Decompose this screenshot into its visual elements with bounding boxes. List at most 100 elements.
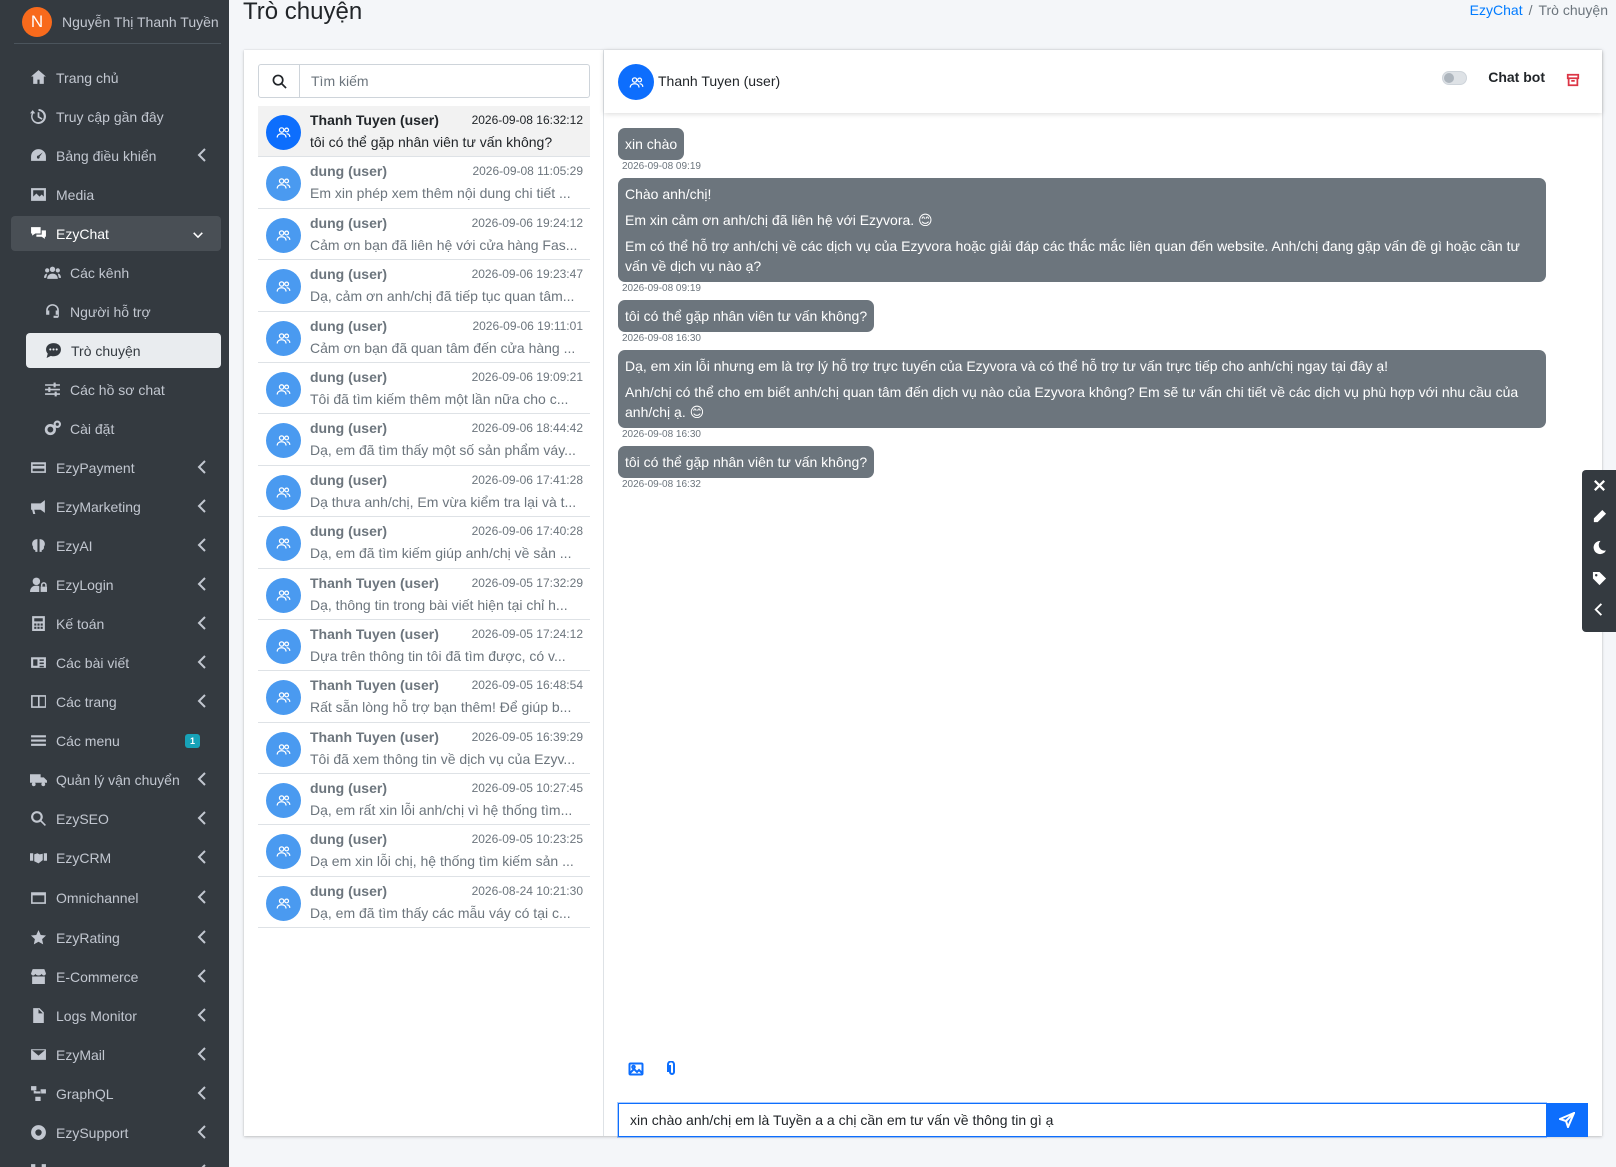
sidebar-item-graphql[interactable]: GraphQL: [11, 1076, 221, 1111]
users-icon: [266, 423, 301, 459]
sidebar-item-trang-chu[interactable]: Trang chủ: [11, 60, 221, 95]
star-icon: [28, 928, 48, 948]
sidebar-item-ezyseo[interactable]: EzySEO: [11, 801, 221, 836]
sidebar-item-ezyai[interactable]: EzyAI: [11, 528, 221, 563]
message-text: tôi có thể gặp nhân viên tư vấn không?: [625, 308, 868, 324]
message: xin chào 2026-09-08 09:19: [618, 128, 1546, 172]
sidebar-item-label: EzyChat: [56, 225, 109, 242]
sidebar-item-ezyvector[interactable]: EzyVector: [11, 1154, 221, 1167]
conversation-time: 2026-09-08 11:05:29: [472, 164, 583, 179]
paperclip-icon[interactable]: [664, 1060, 680, 1080]
sidebar-item-logs-monitor[interactable]: Logs Monitor: [11, 998, 221, 1033]
sidebar-item-ezychat[interactable]: EzyChat: [11, 216, 221, 251]
sidebar-item-media[interactable]: Media: [11, 177, 221, 212]
avatar[interactable]: N: [22, 6, 52, 37]
moon-icon[interactable]: [1590, 539, 1608, 556]
users-icon: [266, 577, 301, 613]
sidebar-item-label: Bảng điều khiển: [56, 147, 157, 164]
conversation-item[interactable]: Thanh Tuyen (user) 2026-09-08 16:32:12 tôi…: [258, 106, 590, 158]
sidebar-item-nguoi-ho-tro[interactable]: Người hỗ trợ: [11, 294, 221, 329]
conversation-item[interactable]: dung (user) 2026-09-05 10:23:25 Dạ em xin …: [258, 825, 590, 877]
close-icon[interactable]: [1590, 477, 1608, 494]
sidebar-item-ezymail[interactable]: EzyMail: [11, 1037, 221, 1072]
message-composer: [618, 1103, 1588, 1137]
image-icon[interactable]: [628, 1061, 644, 1080]
sidebar-item-cac-menu[interactable]: Các menu 1: [11, 723, 221, 758]
message-bubble: tôi có thể gặp nhân viên tư vấn không?: [618, 446, 875, 478]
sidebar-item-cac-trang[interactable]: Các trang: [11, 684, 221, 719]
chevron-left-icon: [197, 577, 207, 591]
message-bubble: Chào anh/chị! Em xin cảm ơn anh/chị đã li…: [618, 178, 1546, 282]
sidebar-item-cai-dat[interactable]: Cài đặt: [11, 411, 221, 446]
message: tôi có thể gặp nhân viên tư vấn không? 20…: [618, 446, 1546, 490]
sidebar-item-tro-chuyen[interactable]: Trò chuyện: [26, 333, 221, 368]
conversation-item[interactable]: Thanh Tuyen (user) 2026-09-05 16:48:54 Rất…: [258, 671, 590, 723]
bullhorn-icon: [28, 497, 48, 517]
pencil-icon[interactable]: [1590, 508, 1608, 525]
conversation-item[interactable]: Thanh Tuyen (user) 2026-09-05 16:39:29 Tôi…: [258, 723, 590, 775]
sidebar-item-label: Kế toán: [56, 615, 105, 632]
search-input[interactable]: [300, 65, 589, 97]
conversation-item[interactable]: dung (user) 2026-09-06 19:11:01 Cảm ơn bạn…: [258, 312, 590, 363]
sidebar-item-ezycrm[interactable]: EzyCRM: [11, 840, 221, 875]
send-button[interactable]: [1546, 1103, 1588, 1137]
users-icon: [266, 166, 301, 202]
sidebar-item-quan-ly-van-chuyen[interactable]: Quản lý vận chuyển: [11, 762, 221, 797]
sidebar-item-ke-toan[interactable]: Kế toán: [11, 606, 221, 641]
conversation-preview: Tôi đã xem thông tin về dịch vụ của Ezyv…: [310, 750, 576, 767]
sidebar-item-omnichannel[interactable]: Omnichannel: [11, 880, 221, 915]
conversation-item[interactable]: dung (user) 2026-09-06 18:44:42 Dạ, em đã …: [258, 414, 590, 466]
sidebar-item-ezylogin[interactable]: EzyLogin: [11, 567, 221, 602]
user-name[interactable]: Nguyễn Thị Thanh Tuyền: [62, 14, 219, 30]
sidebar-item-label: E-Commerce: [56, 968, 139, 985]
conversation-item[interactable]: dung (user) 2026-09-08 11:05:29 Em xin phé…: [258, 157, 590, 209]
conversation-item[interactable]: dung (user) 2026-09-05 10:27:45 Dạ, em rất…: [258, 774, 590, 826]
sidebar-item-e-commerce[interactable]: E-Commerce: [11, 959, 221, 994]
tag-icon[interactable]: [1590, 570, 1608, 587]
users-icon: [266, 269, 301, 305]
chevron-left-icon: [197, 694, 207, 708]
sidebar-item-cac-kenh[interactable]: Các kênh: [11, 255, 221, 290]
conversation-name: dung (user): [310, 780, 387, 797]
chevron-left-icon: [197, 1086, 207, 1100]
sidebar-item-bang-dieu-khien[interactable]: Bảng điều khiển: [11, 138, 221, 173]
breadcrumb-current: Trò chuyện: [1538, 2, 1608, 18]
sidebar-item-cac-ho-so-chat[interactable]: Các hồ sơ chat: [11, 372, 221, 407]
sidebar-item-cac-bai-viet[interactable]: Các bài viết: [11, 645, 221, 680]
chevron-left-icon: [197, 811, 207, 825]
contact-avatar: [618, 64, 654, 100]
chevron-left-icon[interactable]: [1590, 601, 1608, 618]
chevron-left-icon: [197, 460, 207, 474]
conversation-item[interactable]: dung (user) 2026-09-06 19:23:47 Dạ, cảm ơn…: [258, 260, 590, 312]
conversation-item[interactable]: dung (user) 2026-09-06 17:41:28 Dạ thưa an…: [258, 466, 590, 518]
conversation-item[interactable]: dung (user) 2026-08-24 10:21:30 Dạ, em đã …: [258, 877, 590, 929]
chatbot-toggle[interactable]: [1442, 71, 1467, 85]
conversation-name: Thanh Tuyen (user): [310, 677, 439, 694]
sidebar-item-ezysupport[interactable]: EzySupport: [11, 1115, 221, 1150]
conversation-item[interactable]: Thanh Tuyen (user) 2026-09-05 17:24:12 Dựa…: [258, 620, 590, 672]
search-icon[interactable]: [259, 65, 300, 97]
users-icon: [266, 731, 301, 767]
sidebar-item-ezypayment[interactable]: EzyPayment: [11, 450, 221, 485]
users-icon: [266, 526, 301, 562]
conversation-name: dung (user): [310, 471, 387, 488]
newspaper-icon: [28, 653, 48, 673]
conversation-item[interactable]: dung (user) 2026-09-06 19:09:21 Tôi đã tìm…: [258, 363, 590, 415]
sidebar-user-panel[interactable]: N Nguyễn Thị Thanh Tuyền: [14, 0, 221, 44]
conversation-item[interactable]: dung (user) 2026-09-06 19:24:12 Cảm ơn bạn…: [258, 209, 590, 261]
sidebar-item-truy-cap-gan-day[interactable]: Truy cập gần đây: [11, 99, 221, 134]
message-input[interactable]: [618, 1103, 1546, 1137]
conversation-item[interactable]: dung (user) 2026-09-06 17:40:28 Dạ, em đã …: [258, 517, 590, 569]
breadcrumb-link-ezychat[interactable]: EzyChat: [1470, 2, 1523, 18]
archive-icon[interactable]: [1566, 72, 1580, 88]
conversation-item[interactable]: Thanh Tuyen (user) 2026-09-05 17:32:29 Dạ,…: [258, 569, 590, 620]
sidebar-item-ezymarketing[interactable]: EzyMarketing: [11, 489, 221, 524]
sidebar-item-ezyrating[interactable]: EzyRating: [11, 920, 221, 955]
sidebar-item-label: EzyRating: [56, 929, 120, 946]
floating-toolbar: [1582, 470, 1616, 632]
columns-icon: [28, 692, 48, 712]
users-icon: [266, 783, 301, 819]
message-text: Anh/chị có thể cho em biết anh/chị quan …: [625, 384, 1519, 420]
conversation-time: 2026-09-06 19:24:12: [471, 215, 583, 230]
dashboard-icon: [28, 146, 48, 166]
